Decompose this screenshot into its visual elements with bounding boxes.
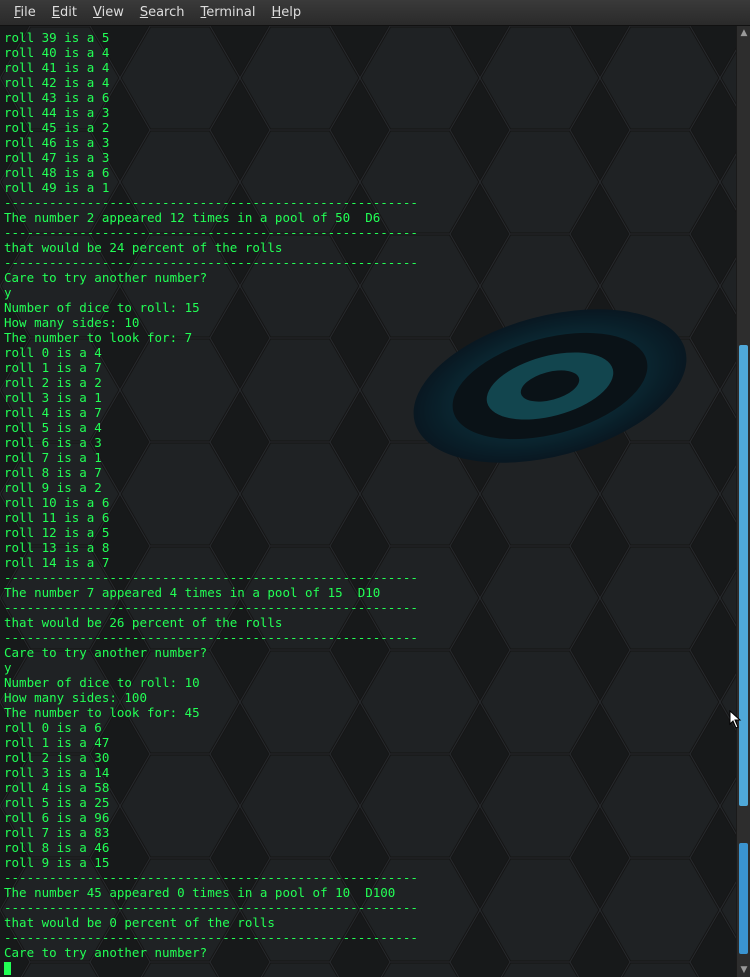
- scroll-track[interactable]: [737, 40, 750, 963]
- menu-view[interactable]: View: [85, 2, 132, 23]
- scroll-up-icon[interactable]: ▲: [737, 26, 750, 40]
- menu-edit[interactable]: Edit: [44, 2, 85, 23]
- terminal-cursor: [4, 962, 11, 975]
- menu-terminal[interactable]: Terminal: [193, 2, 264, 23]
- menu-search[interactable]: Search: [132, 2, 193, 23]
- scroll-down-icon[interactable]: ▼: [737, 963, 750, 977]
- scrollbar[interactable]: ▲ ▼: [736, 26, 750, 977]
- terminal-area[interactable]: roll 39 is a 5 roll 40 is a 4 roll 41 is…: [0, 26, 750, 977]
- scroll-thumb[interactable]: [739, 345, 748, 807]
- scroll-thumb-secondary[interactable]: [739, 843, 748, 954]
- menubar: File Edit View Search Terminal Help: [0, 0, 750, 26]
- menu-help[interactable]: Help: [263, 2, 309, 23]
- terminal-output[interactable]: roll 39 is a 5 roll 40 is a 4 roll 41 is…: [0, 26, 750, 977]
- menu-file[interactable]: File: [6, 2, 44, 23]
